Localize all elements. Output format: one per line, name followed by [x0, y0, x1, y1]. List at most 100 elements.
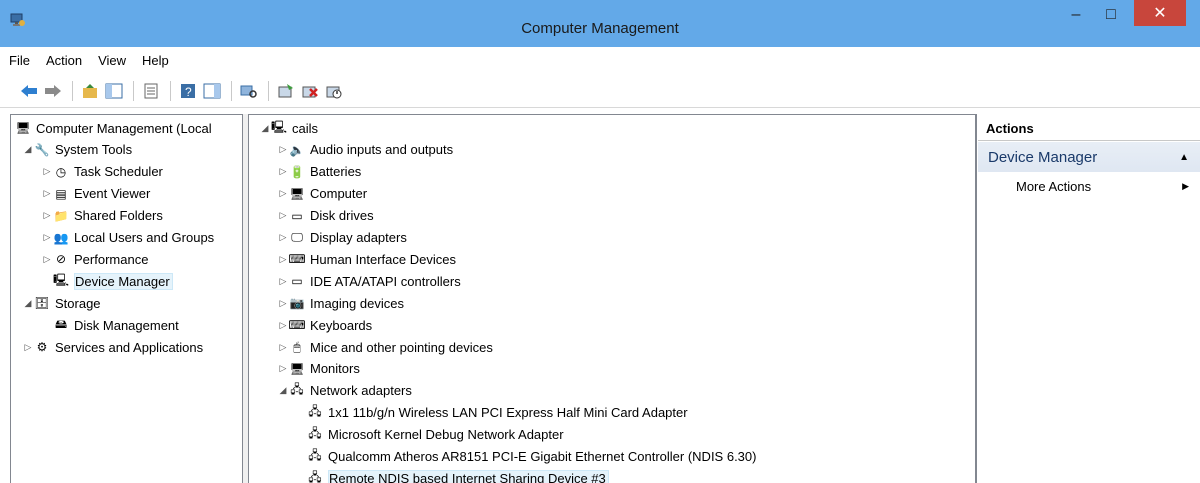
window-title: Computer Management	[521, 20, 679, 37]
show-action-pane-icon[interactable]	[201, 80, 223, 102]
device-tree-label: Mice and other pointing devices	[310, 339, 493, 355]
collapsed-arrow-icon[interactable]: ▷	[277, 210, 289, 221]
device-tree-item[interactable]: ▷ 🖥 Computer	[277, 184, 368, 204]
console-tree-item[interactable]: ▷ ⚙ Services and Applications	[22, 337, 204, 357]
network-adapter-icon: 🖧	[308, 426, 322, 441]
console-tree-item[interactable]: ▷ ◷ Task Scheduler	[41, 162, 163, 182]
shared-folders-icon: 📁	[53, 208, 69, 223]
title-bar[interactable]: Computer Management – □ ✕	[0, 0, 1200, 47]
forward-arrow-icon[interactable]	[42, 80, 64, 102]
device-tree-item[interactable]: ▷ ▭ IDE ATA/ATAPI controllers	[277, 271, 461, 291]
collapse-up-icon[interactable]: ▲	[1179, 152, 1189, 163]
collapsed-arrow-icon[interactable]: ▷	[41, 166, 53, 177]
console-tree-label: Event Viewer	[74, 186, 151, 202]
device-tree-item[interactable]: 🖧 1x1 11b/g/n Wireless LAN PCI Express Ha…	[295, 403, 687, 423]
menu-help[interactable]: Help	[142, 53, 169, 68]
collapsed-arrow-icon[interactable]: ▷	[277, 298, 289, 309]
console-tree-item[interactable]: ▷ ▤ Event Viewer	[41, 184, 151, 204]
console-tree-item[interactable]: ◢ 🗄 Storage	[22, 293, 101, 313]
submenu-arrow-icon: ▶	[1182, 180, 1189, 191]
collapsed-arrow-icon[interactable]: ▷	[22, 342, 34, 353]
svg-text:?: ?	[185, 85, 192, 99]
collapsed-arrow-icon[interactable]: ▷	[277, 188, 289, 199]
close-button[interactable]: ✕	[1134, 0, 1186, 26]
maximize-button[interactable]: □	[1093, 0, 1129, 30]
collapsed-arrow-icon[interactable]: ▷	[277, 254, 289, 265]
console-tree-item[interactable]: 🖳 Device Manager	[41, 271, 173, 291]
device-tree-item[interactable]: ▷ 🔈 Audio inputs and outputs	[277, 140, 454, 160]
menu-view[interactable]: View	[98, 53, 126, 68]
expanded-arrow-icon[interactable]: ◢	[259, 123, 271, 134]
network-adapter-icon: 🖧	[308, 404, 322, 419]
device-tree-item[interactable]: 🖧 Microsoft Kernel Debug Network Adapter	[295, 425, 563, 445]
collapsed-arrow-icon[interactable]: ▷	[277, 232, 289, 243]
device-tree[interactable]: ◢ 🖳 cails ▷ 🔈 Audio inputs and outputs ▷ 🔋 Batte…	[248, 114, 976, 483]
console-tree-label: Performance	[74, 251, 149, 267]
device-tree-item[interactable]: ◢ 🖧 Network adapters	[277, 381, 412, 401]
toolbar-separator	[268, 80, 269, 101]
expanded-arrow-icon[interactable]: ◢	[22, 144, 34, 155]
collapsed-arrow-icon[interactable]: ▷	[41, 232, 53, 243]
device-tree-item[interactable]: ▷ 🖱 Mice and other pointing devices	[277, 337, 493, 357]
collapsed-arrow-icon[interactable]: ▷	[277, 144, 289, 155]
device-tree-item[interactable]: ▷ ▭ Disk drives	[277, 206, 374, 226]
device-tree-item[interactable]: ▷ 📷 Imaging devices	[277, 293, 404, 313]
console-tree-item[interactable]: ▷ 👥 Local Users and Groups	[41, 228, 215, 248]
device-tree-label: Imaging devices	[310, 295, 404, 311]
event-viewer-icon: ▤	[55, 186, 67, 201]
toolbar: ?	[0, 74, 1200, 108]
minimize-button[interactable]: –	[1058, 0, 1094, 30]
scan-hardware-icon[interactable]	[238, 80, 260, 102]
properties-icon[interactable]	[140, 80, 162, 102]
ide-controller-icon: ▭	[291, 274, 303, 289]
console-tree[interactable]: 🖥 Computer Management (Local ◢ 🔧 System Tool…	[10, 114, 243, 483]
show-hide-tree-icon[interactable]	[103, 80, 125, 102]
console-tree-item[interactable]: ◢ 🔧 System Tools	[22, 140, 133, 160]
console-tree-label: Device Manager	[74, 272, 173, 290]
toolbar-separator	[231, 80, 232, 101]
menu-action[interactable]: Action	[46, 53, 82, 68]
back-arrow-icon[interactable]	[18, 80, 40, 102]
more-actions-item[interactable]: More Actions ▶	[978, 176, 1200, 196]
actions-section-label: Device Manager	[988, 148, 1098, 166]
device-tree-item[interactable]: ◢ 🖳 cails	[259, 118, 318, 138]
monitor-icon: 🖥	[289, 361, 305, 376]
mouse-icon: 🖱	[293, 339, 301, 354]
collapsed-arrow-icon[interactable]: ▷	[41, 254, 53, 265]
menu-file[interactable]: File	[9, 53, 30, 68]
help-icon[interactable]: ?	[177, 80, 199, 102]
expanded-arrow-icon[interactable]: ◢	[277, 385, 289, 396]
collapsed-arrow-icon[interactable]: ▷	[41, 188, 53, 199]
console-tree-item[interactable]: 🖥 Computer Management (Local	[11, 118, 211, 138]
collapsed-arrow-icon[interactable]: ▷	[277, 342, 289, 353]
console-tree-item[interactable]: 🖴 Disk Management	[41, 315, 179, 335]
uninstall-device-icon[interactable]	[299, 80, 321, 102]
device-tree-item[interactable]: ▷ ⌨ Keyboards	[277, 315, 373, 335]
disk-drive-icon: ▭	[291, 208, 303, 223]
device-tree-label: Audio inputs and outputs	[310, 142, 454, 158]
system-tools-icon: 🔧	[34, 142, 50, 157]
console-tree-item[interactable]: ▷ ⊘ Performance	[41, 249, 149, 269]
actions-section-device-manager[interactable]: Device Manager ▲	[978, 142, 1200, 172]
collapsed-arrow-icon[interactable]: ▷	[277, 276, 289, 287]
collapsed-arrow-icon[interactable]: ▷	[277, 320, 289, 331]
monitor-icon: 🖥	[289, 186, 305, 201]
device-tree-item[interactable]: ▷ 🖥 Monitors	[277, 359, 360, 379]
device-tree-item[interactable]: 🖧 Remote NDIS based Internet Sharing Devi…	[295, 468, 609, 483]
local-users-icon: 👥	[53, 230, 69, 245]
keyboard-icon: ⌨	[288, 318, 306, 333]
disk-management-icon: 🖴	[54, 316, 68, 331]
device-tree-label: Qualcomm Atheros AR8151 PCI-E Gigabit Et…	[328, 449, 757, 464]
collapsed-arrow-icon[interactable]: ▷	[41, 210, 53, 221]
device-tree-item[interactable]: ▷ 🖵 Display adapters	[277, 228, 407, 248]
collapsed-arrow-icon[interactable]: ▷	[277, 363, 289, 374]
collapsed-arrow-icon[interactable]: ▷	[277, 166, 289, 177]
expanded-arrow-icon[interactable]: ◢	[22, 298, 34, 309]
device-tree-item[interactable]: 🖧 Qualcomm Atheros AR8151 PCI-E Gigabit E…	[295, 447, 756, 467]
disable-device-icon[interactable]	[323, 80, 345, 102]
device-tree-item[interactable]: ▷ 🔋 Batteries	[277, 162, 362, 182]
console-tree-item[interactable]: ▷ 📁 Shared Folders	[41, 206, 163, 226]
update-driver-icon[interactable]	[275, 80, 297, 102]
device-tree-item[interactable]: ▷ ⌨ Human Interface Devices	[277, 249, 456, 269]
up-folder-icon[interactable]	[79, 80, 101, 102]
